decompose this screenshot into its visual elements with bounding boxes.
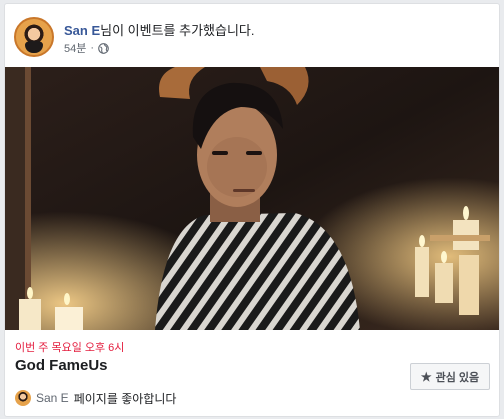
liker-name[interactable]: San E: [36, 391, 69, 405]
post-header: San E님이 이벤트를 추가했습니다. 54분 ·: [14, 14, 484, 58]
post-header-line: San E님이 이벤트를 추가했습니다.: [64, 20, 254, 39]
liker-text: 페이지를 좋아합니다: [73, 391, 177, 406]
interested-button[interactable]: ★ 관심 있음: [410, 363, 490, 390]
globe-icon[interactable]: [98, 42, 109, 54]
cover-photo: [5, 67, 499, 330]
interested-button-label: 관심 있음: [435, 371, 480, 384]
author-avatar[interactable]: [14, 17, 54, 57]
event-post-card: San E님이 이벤트를 추가했습니다. 54분 · 이번 주 목요일 오후 6…: [4, 3, 500, 417]
star-icon: ★: [420, 369, 432, 384]
author-name-link[interactable]: San E: [64, 23, 100, 38]
post-action-text: 님이 이벤트를 추가했습니다.: [100, 23, 255, 38]
page-like-row: San E 페이지를 좋아합니다: [15, 388, 176, 408]
event-date: 이번 주 목요일 오후 6시: [15, 342, 125, 354]
post-timestamp[interactable]: 54분: [64, 40, 86, 56]
post-meta: 54분 ·: [64, 40, 109, 56]
meta-separator: ·: [90, 42, 95, 54]
event-cover-image[interactable]: [5, 67, 499, 330]
liker-avatar[interactable]: [15, 390, 31, 406]
event-title[interactable]: God FameUs: [15, 357, 108, 374]
